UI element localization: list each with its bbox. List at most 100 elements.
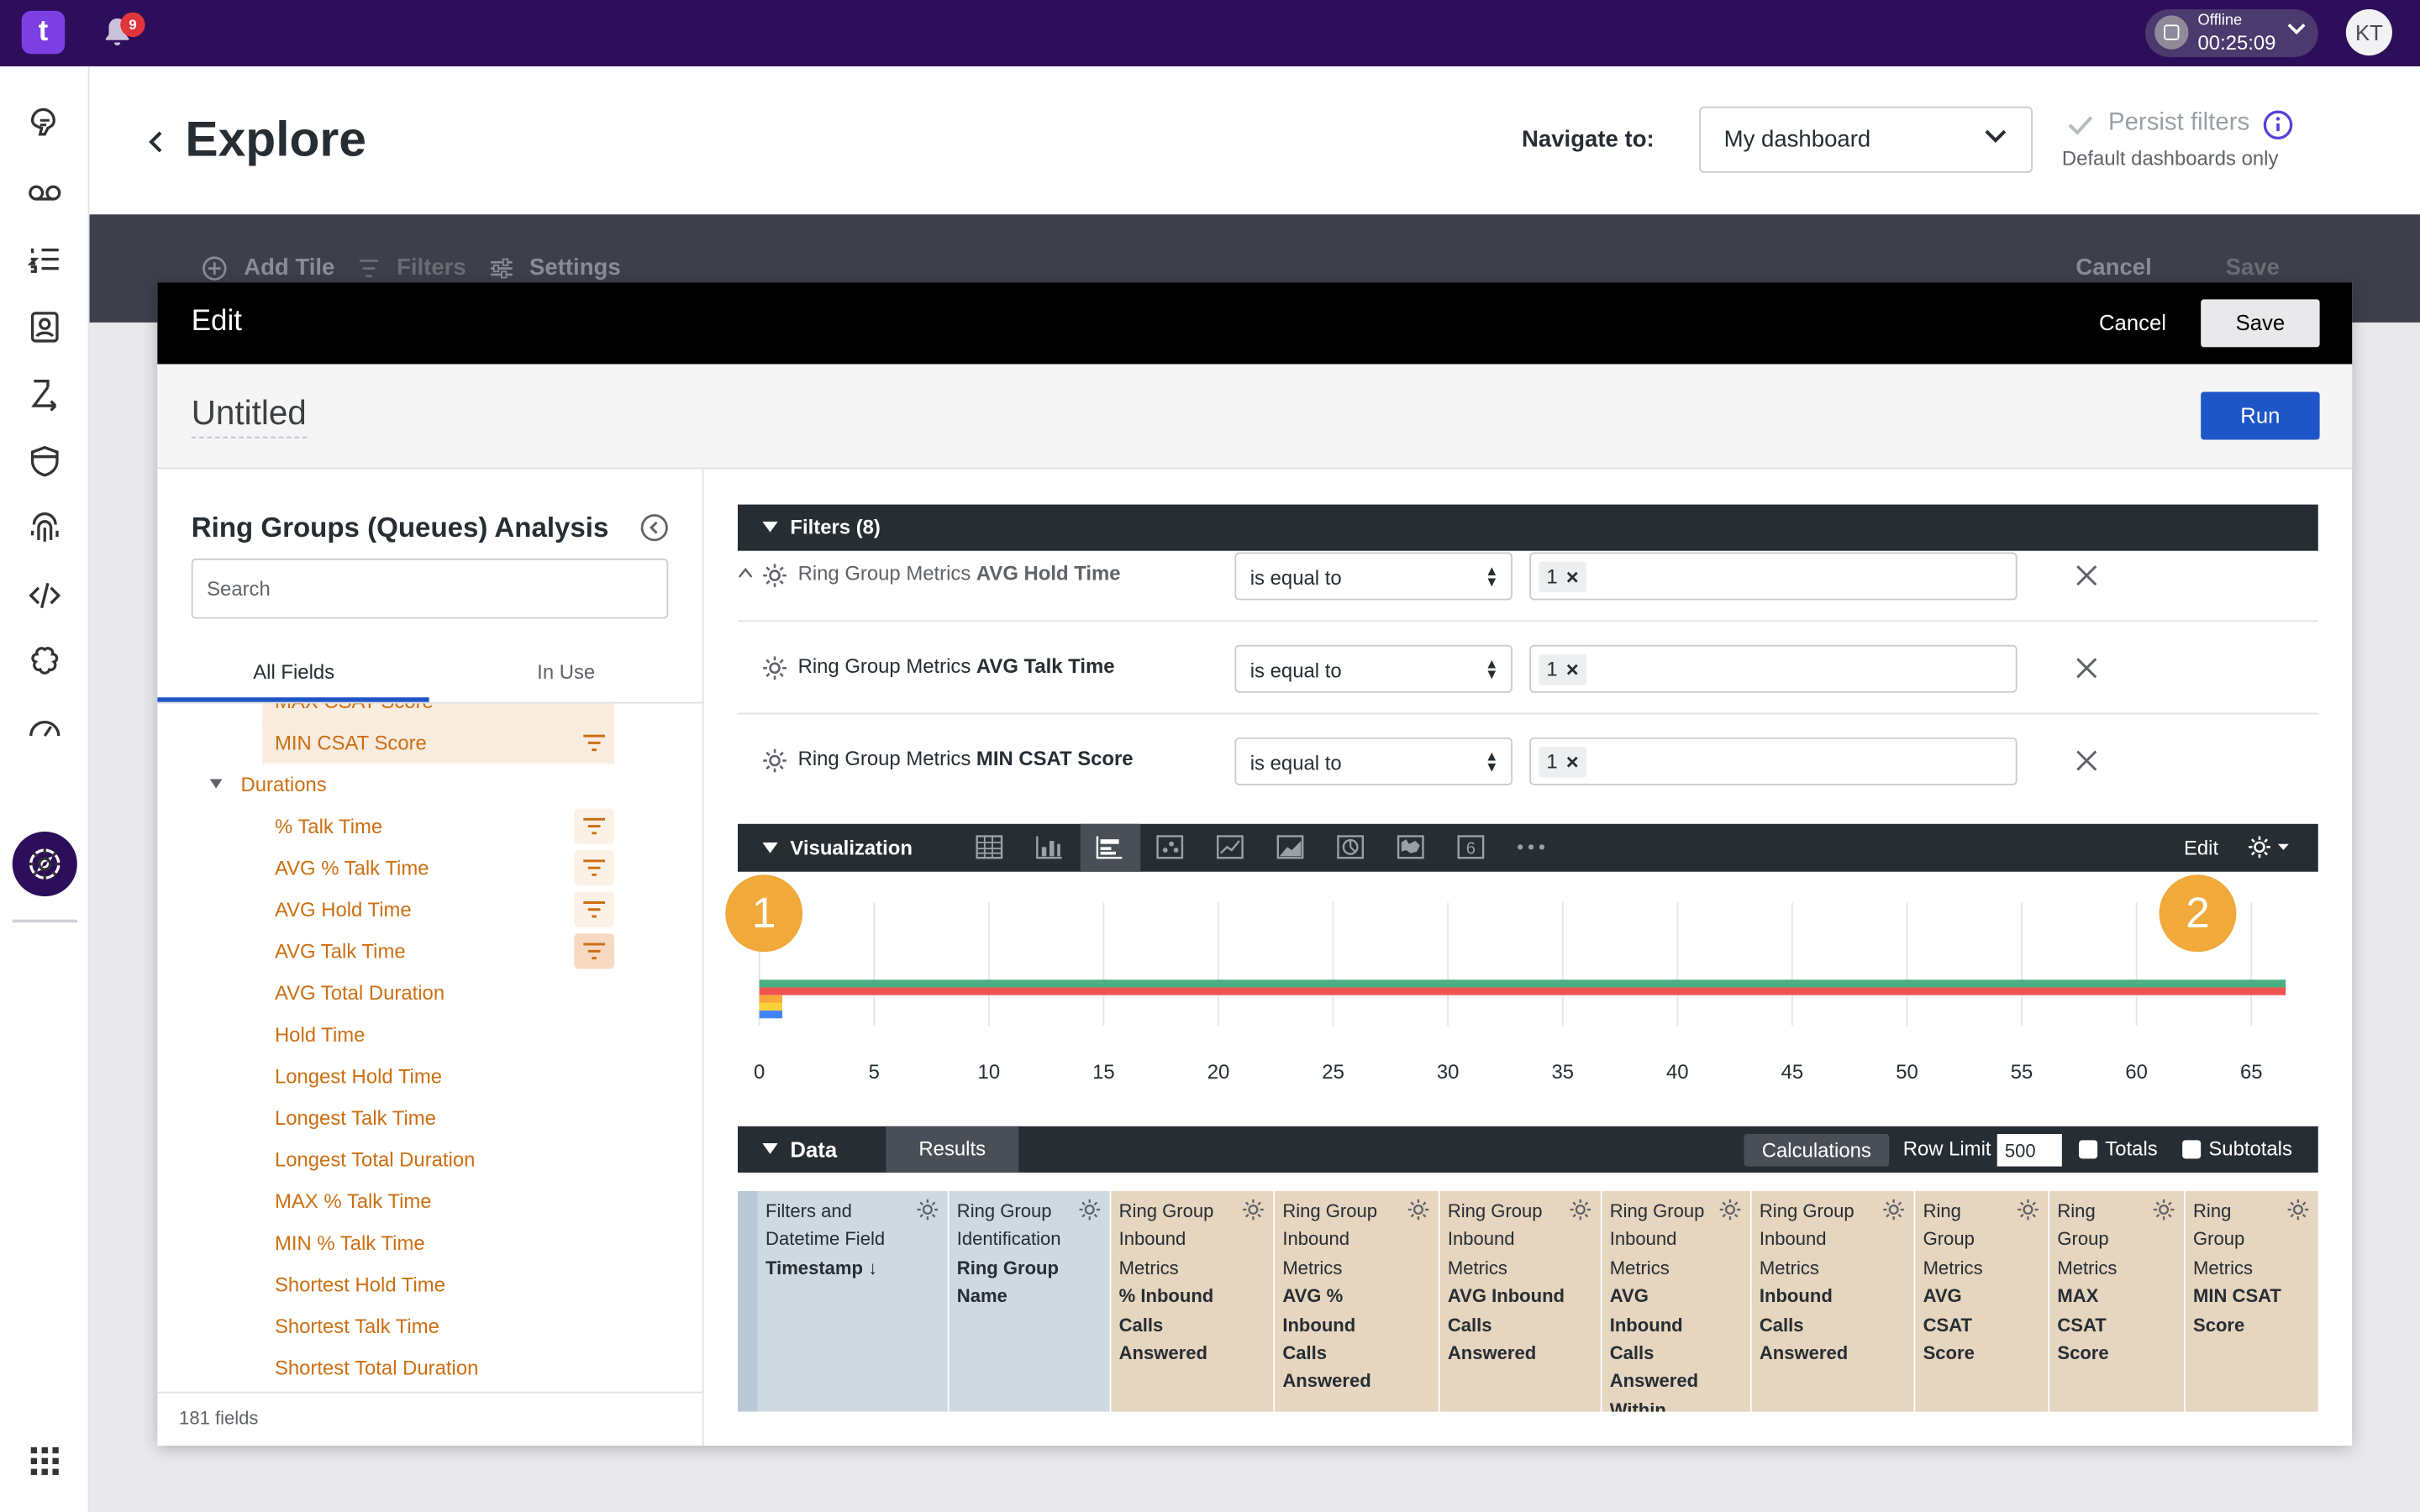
modal-cancel-button[interactable]: Cancel — [2099, 310, 2166, 334]
column-header[interactable]: Ring Group Inbound Metrics AVG Inbound Ca… — [1439, 1190, 1602, 1412]
chart-bar[interactable] — [759, 1011, 782, 1019]
field-item[interactable]: MIN % Talk Time — [157, 1222, 703, 1264]
field-item[interactable]: % Talk Time — [157, 806, 703, 848]
routing-icon[interactable] — [26, 375, 63, 412]
filter-value-input[interactable]: 1 ✕ — [1529, 644, 2018, 693]
filter-operator-select[interactable]: is equal to ▲ ▼ — [1234, 552, 1513, 601]
column-gear-icon[interactable] — [1568, 1197, 1592, 1221]
column-header[interactable]: Filters and Datetime Field Timestamp ↓ — [757, 1190, 950, 1412]
visualization-edit-button[interactable]: Edit — [2184, 837, 2218, 860]
column-header[interactable]: Ring Group Inbound Metrics% Inbound Call… — [1111, 1190, 1276, 1412]
pie-chart-icon[interactable] — [1321, 824, 1381, 872]
area-chart-icon[interactable] — [1261, 824, 1322, 872]
filter-operator-select[interactable]: is equal to ▲ ▼ — [1234, 737, 1513, 785]
field-item[interactable]: Hold Time — [157, 1014, 703, 1056]
field-group-durations[interactable]: Durations — [157, 764, 703, 806]
persist-filters-checkbox[interactable] — [2064, 108, 2097, 142]
chevron-up-icon[interactable] — [738, 566, 753, 579]
column-gear-icon[interactable] — [2151, 1197, 2175, 1221]
app-logo[interactable]: t — [21, 10, 66, 55]
column-gear-icon[interactable] — [1718, 1197, 1742, 1221]
bar-chart-icon[interactable] — [1080, 823, 1141, 872]
totals-checkbox[interactable] — [2079, 1140, 2098, 1159]
column-gear-icon[interactable] — [2286, 1197, 2310, 1221]
column-header[interactable]: Ring Group Metrics MAX CSAT Score — [2049, 1190, 2186, 1412]
remove-filter-close-icon[interactable] — [2075, 563, 2099, 587]
chart-bar[interactable] — [759, 995, 782, 1003]
filter-by-field-icon[interactable] — [574, 808, 615, 844]
apps-grid-icon[interactable] — [26, 1442, 63, 1479]
field-item[interactable]: Shortest Hold Time — [157, 1263, 703, 1305]
chart-bar[interactable] — [759, 987, 2286, 995]
modal-save-button[interactable]: Save — [2201, 299, 2320, 348]
chevron-down-icon[interactable] — [1985, 129, 2007, 144]
ai-brain-icon[interactable] — [26, 643, 63, 680]
column-chart-icon[interactable] — [1020, 824, 1081, 872]
field-item[interactable]: Longest Hold Time — [157, 1055, 703, 1097]
remove-filter-close-icon[interactable] — [2075, 748, 2099, 773]
run-button[interactable]: Run — [2201, 391, 2320, 440]
voicemail-icon[interactable] — [26, 175, 63, 212]
column-gear-icon[interactable] — [2016, 1197, 2040, 1221]
column-header[interactable]: Ring Group Metrics AVG CSAT Score — [1915, 1190, 2050, 1412]
field-item[interactable]: AVG Total Duration — [157, 972, 703, 1014]
tab-all-fields[interactable]: All Fields — [253, 660, 334, 684]
chart-bar[interactable] — [759, 979, 2286, 988]
query-title-input[interactable]: Untitled — [191, 393, 307, 438]
collapse-panel-icon[interactable] — [639, 512, 670, 543]
code-icon[interactable] — [26, 577, 63, 614]
contacts-icon[interactable] — [26, 308, 63, 345]
settings-button[interactable]: Settings — [529, 255, 621, 281]
filter-by-field-icon[interactable] — [574, 933, 615, 969]
field-item[interactable]: AVG Hold Time — [157, 889, 703, 931]
field-item[interactable]: AVG Talk Time — [157, 931, 703, 973]
back-chevron-icon[interactable] — [146, 128, 165, 155]
column-gear-icon[interactable] — [1406, 1197, 1430, 1221]
calculations-button[interactable]: Calculations — [1744, 1134, 1890, 1167]
column-gear-icon[interactable] — [1881, 1197, 1906, 1221]
scatter-icon[interactable] — [1140, 824, 1201, 872]
gear-icon[interactable] — [761, 562, 789, 590]
map-icon[interactable] — [1381, 824, 1442, 872]
column-gear-icon[interactable] — [915, 1197, 939, 1221]
field-item[interactable]: MAX % Talk Time — [157, 1180, 703, 1222]
column-header[interactable]: Ring Group Inbound Metrics Inbound Calls … — [1751, 1190, 1916, 1412]
remove-filter-close-icon[interactable] — [2075, 656, 2099, 680]
results-tab[interactable]: Results — [886, 1126, 1019, 1173]
field-item[interactable]: MIN CSAT Score — [157, 722, 703, 764]
filter-operator-select[interactable]: is equal to ▲ ▼ — [1234, 644, 1513, 693]
conversations-icon[interactable] — [26, 107, 63, 144]
row-limit-input[interactable] — [1996, 1134, 2062, 1167]
table-icon[interactable] — [960, 824, 1020, 872]
chart-bar[interactable] — [759, 1002, 782, 1011]
column-gear-icon[interactable] — [1077, 1197, 1102, 1221]
dashboard-gauge-icon[interactable] — [26, 710, 63, 747]
info-icon[interactable] — [2263, 109, 2294, 140]
field-item[interactable]: Longest Talk Time — [157, 1097, 703, 1139]
column-header[interactable]: Ring Group Metrics MIN CSAT Score — [2185, 1190, 2318, 1412]
chevron-down-icon[interactable] — [2287, 24, 2306, 36]
dashboard-save-button[interactable]: Save — [2226, 255, 2280, 281]
filter-value-input[interactable]: 1 ✕ — [1529, 737, 2018, 785]
subtotals-checkbox[interactable] — [2182, 1140, 2202, 1159]
settings-gear-icon[interactable] — [26, 846, 63, 883]
column-header[interactable]: Ring Group Inbound Metrics AVG % Inbound … — [1275, 1190, 1440, 1412]
field-search-input[interactable] — [191, 558, 669, 619]
filter-by-field-icon[interactable] — [574, 891, 615, 927]
column-header[interactable]: Ring Group Identification Ring Group Name — [949, 1190, 1112, 1412]
visualization-settings-gear-icon[interactable] — [2245, 835, 2295, 859]
single-value-icon[interactable]: 6 — [1442, 824, 1502, 872]
more-icon[interactable] — [1502, 824, 1562, 872]
column-header[interactable]: Ring Group Inbound Metrics AVG Inbound Ca… — [1602, 1190, 1752, 1412]
column-gear-icon[interactable] — [1241, 1197, 1265, 1221]
field-item[interactable]: AVG % Talk Time — [157, 847, 703, 889]
gear-icon[interactable] — [761, 747, 789, 774]
gear-icon[interactable] — [761, 654, 789, 682]
field-item[interactable]: Shortest Talk Time — [157, 1305, 703, 1347]
dashboard-cancel-button[interactable]: Cancel — [2075, 255, 2151, 281]
filter-by-field-icon[interactable] — [574, 850, 615, 886]
field-item[interactable]: Shortest Total Duration — [157, 1347, 703, 1389]
fingerprint-icon[interactable] — [26, 509, 63, 546]
field-item[interactable]: Longest Total Duration — [157, 1139, 703, 1181]
user-avatar[interactable]: KT — [2345, 9, 2392, 56]
